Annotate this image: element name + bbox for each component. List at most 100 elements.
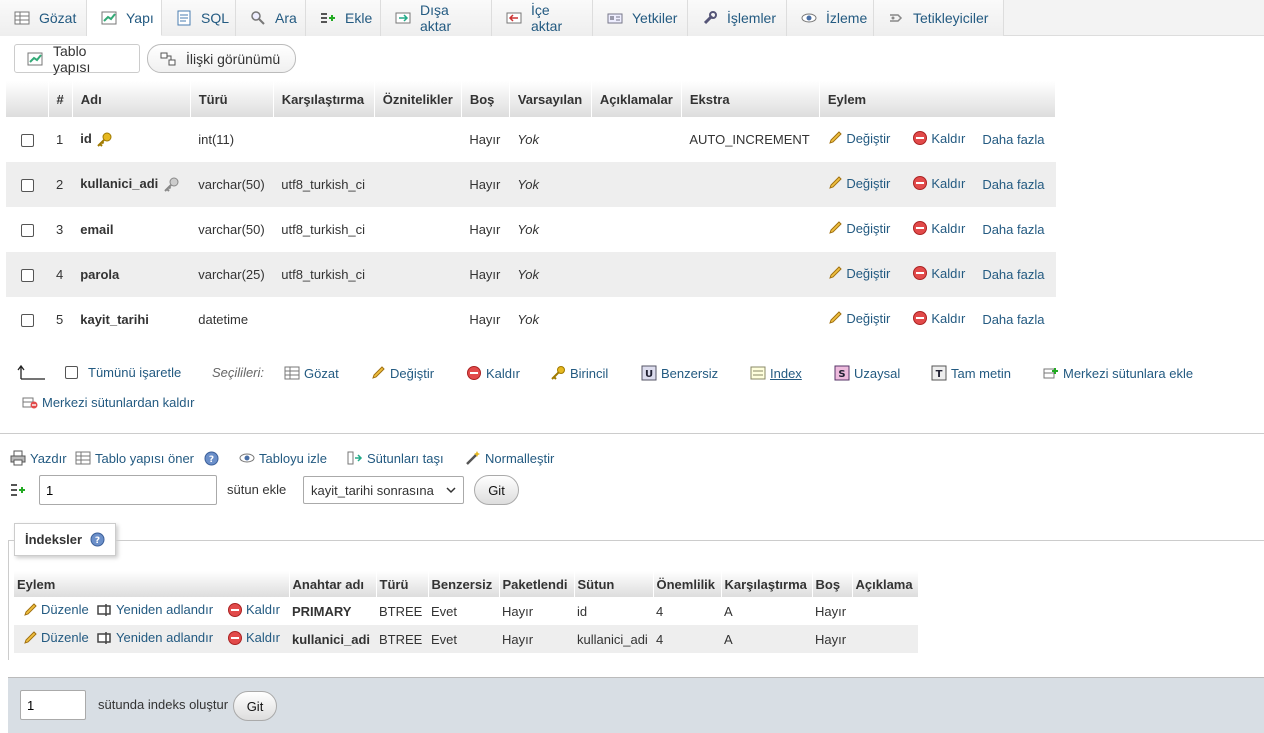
bulk-browse-button[interactable]: Gözat bbox=[284, 365, 339, 381]
row-checkbox[interactable] bbox=[21, 269, 34, 283]
column-position-select[interactable]: kayit_tarihi sonrasına bbox=[303, 476, 464, 504]
column-type: varchar(50) bbox=[190, 162, 274, 207]
drop-link[interactable]: Kaldır bbox=[224, 597, 289, 625]
tab-sql[interactable]: SQL bbox=[162, 0, 236, 36]
table-row: Düzenle Yeniden adlandır Kaldır PRIMARY … bbox=[14, 597, 918, 625]
column-comments bbox=[591, 162, 682, 207]
bulk-unique-button[interactable]: U Benzersiz bbox=[641, 365, 718, 381]
drop-link[interactable]: Kaldır bbox=[224, 625, 289, 653]
track-table-link[interactable]: Tabloyu izle bbox=[239, 450, 327, 466]
column-attributes bbox=[374, 162, 462, 207]
add-column-go-button[interactable]: Git bbox=[474, 475, 519, 505]
subtab-table-structure[interactable]: Tablo yapısı bbox=[14, 43, 140, 75]
index-key-name: PRIMARY bbox=[289, 597, 376, 625]
tab-tracking[interactable]: İzleme bbox=[787, 0, 874, 36]
drop-icon bbox=[912, 310, 928, 326]
create-index-go-button[interactable]: Git bbox=[233, 691, 277, 721]
more-link[interactable]: Daha fazla bbox=[974, 252, 1056, 297]
row-checkbox[interactable] bbox=[21, 134, 34, 148]
drop-link[interactable]: Kaldır bbox=[904, 207, 975, 252]
indexes-legend[interactable]: İndeksler ? bbox=[14, 523, 116, 556]
drop-link[interactable]: Kaldır bbox=[904, 117, 975, 162]
tab-label: İçe aktar bbox=[531, 2, 563, 34]
pencil-icon bbox=[827, 265, 843, 281]
row-checkbox[interactable] bbox=[21, 314, 34, 328]
tab-import[interactable]: İçe aktar bbox=[492, 0, 593, 36]
row-name-cell: parola bbox=[72, 252, 191, 297]
row-name-cell: kullanici_adi bbox=[72, 162, 191, 207]
edit-link[interactable]: Düzenle bbox=[14, 597, 94, 625]
bulk-remove-central-button[interactable]: Merkezi sütunlardan kaldır bbox=[22, 394, 194, 410]
column-extra bbox=[681, 162, 820, 207]
tab-browse[interactable]: Gözat bbox=[0, 0, 87, 36]
print-icon bbox=[10, 450, 26, 466]
tab-search[interactable]: Ara bbox=[236, 0, 306, 36]
subtab-relation-view[interactable]: İlişki görünümü bbox=[147, 44, 296, 73]
pencil-icon bbox=[827, 130, 843, 146]
check-all-checkbox[interactable] bbox=[65, 366, 78, 379]
tab-export[interactable]: Dışa aktar bbox=[381, 0, 492, 36]
change-link[interactable]: Değiştir bbox=[819, 252, 905, 297]
go-label: Git bbox=[488, 482, 505, 498]
check-all-label: Tümünü işaretle bbox=[88, 365, 182, 380]
tab-label: Gözat bbox=[39, 10, 77, 26]
change-link[interactable]: Değiştir bbox=[819, 162, 905, 207]
bulk-add-central-button[interactable]: Merkezi sütunlara ekle bbox=[1043, 365, 1193, 381]
help-icon[interactable]: ? bbox=[204, 451, 219, 466]
move-columns-link[interactable]: Sütunları taşı bbox=[347, 450, 444, 466]
bulk-spatial-button[interactable]: S Uzaysal bbox=[834, 365, 900, 381]
tab-operations[interactable]: İşlemler bbox=[688, 0, 787, 36]
tab-privileges[interactable]: Yetkiler bbox=[593, 0, 688, 36]
tab-triggers[interactable]: Tetikleyiciler bbox=[874, 0, 1004, 36]
row-checkbox[interactable] bbox=[21, 179, 34, 193]
index-comment bbox=[852, 597, 918, 625]
print-link[interactable]: Yazdır bbox=[10, 450, 67, 466]
edit-link[interactable]: Düzenle bbox=[14, 625, 94, 653]
rename-link[interactable]: Yeniden adlandır bbox=[94, 625, 224, 653]
bulk-index-button[interactable]: Index bbox=[750, 365, 802, 381]
bulk-drop-button[interactable]: Kaldır bbox=[466, 365, 520, 381]
change-link[interactable]: Değiştir bbox=[819, 297, 905, 342]
rename-icon bbox=[97, 602, 113, 618]
more-link[interactable]: Daha fazla bbox=[974, 162, 1056, 207]
drop-link[interactable]: Kaldır bbox=[904, 252, 975, 297]
svg-text:U: U bbox=[645, 369, 653, 380]
bulk-spatial-label: Uzaysal bbox=[854, 365, 901, 381]
rename-link[interactable]: Yeniden adlandır bbox=[94, 597, 224, 625]
create-index-count-input[interactable] bbox=[20, 690, 86, 720]
more-label: Daha fazla bbox=[982, 312, 1045, 327]
drop-label: Kaldır bbox=[931, 310, 966, 326]
more-link[interactable]: Daha fazla bbox=[974, 207, 1056, 252]
change-label: Değiştir bbox=[846, 310, 891, 326]
import-icon bbox=[506, 10, 522, 26]
row-number: 2 bbox=[48, 162, 73, 207]
more-link[interactable]: Daha fazla bbox=[974, 297, 1056, 342]
index-unique: Evet bbox=[428, 625, 499, 653]
add-column-count-input[interactable] bbox=[39, 475, 217, 505]
help-icon[interactable]: ? bbox=[90, 532, 105, 547]
column-null: Hayır bbox=[461, 117, 510, 162]
drop-link[interactable]: Kaldır bbox=[904, 297, 975, 342]
edit-label: Düzenle bbox=[41, 602, 89, 617]
primary-key-icon bbox=[95, 132, 113, 148]
row-checkbox[interactable] bbox=[21, 224, 34, 238]
bulk-primary-button[interactable]: Birincil bbox=[550, 365, 608, 381]
column-extra bbox=[681, 207, 820, 252]
row-checkbox-cell bbox=[6, 252, 48, 297]
tab-structure[interactable]: Yapı bbox=[87, 0, 162, 36]
tab-insert[interactable]: Ekle bbox=[306, 0, 381, 36]
bulk-change-button[interactable]: Değiştir bbox=[370, 365, 434, 381]
structure-icon bbox=[101, 10, 117, 26]
unique-icon: U bbox=[641, 365, 657, 381]
column-name: kullanici_adi bbox=[80, 176, 159, 192]
check-all[interactable]: Tümünü işaretle bbox=[65, 365, 181, 380]
change-link[interactable]: Değiştir bbox=[819, 207, 905, 252]
normalize-link[interactable]: Normalleştir bbox=[465, 450, 554, 466]
drop-label: Kaldır bbox=[931, 220, 966, 236]
more-link[interactable]: Daha fazla bbox=[974, 117, 1056, 162]
tab-label: Tetikleyiciler bbox=[913, 10, 989, 26]
propose-structure-link[interactable]: Tablo yapısı öner ? bbox=[75, 450, 219, 466]
drop-link[interactable]: Kaldır bbox=[904, 162, 975, 207]
bulk-fulltext-button[interactable]: T Tam metin bbox=[931, 365, 1011, 381]
change-link[interactable]: Değiştir bbox=[819, 117, 905, 162]
